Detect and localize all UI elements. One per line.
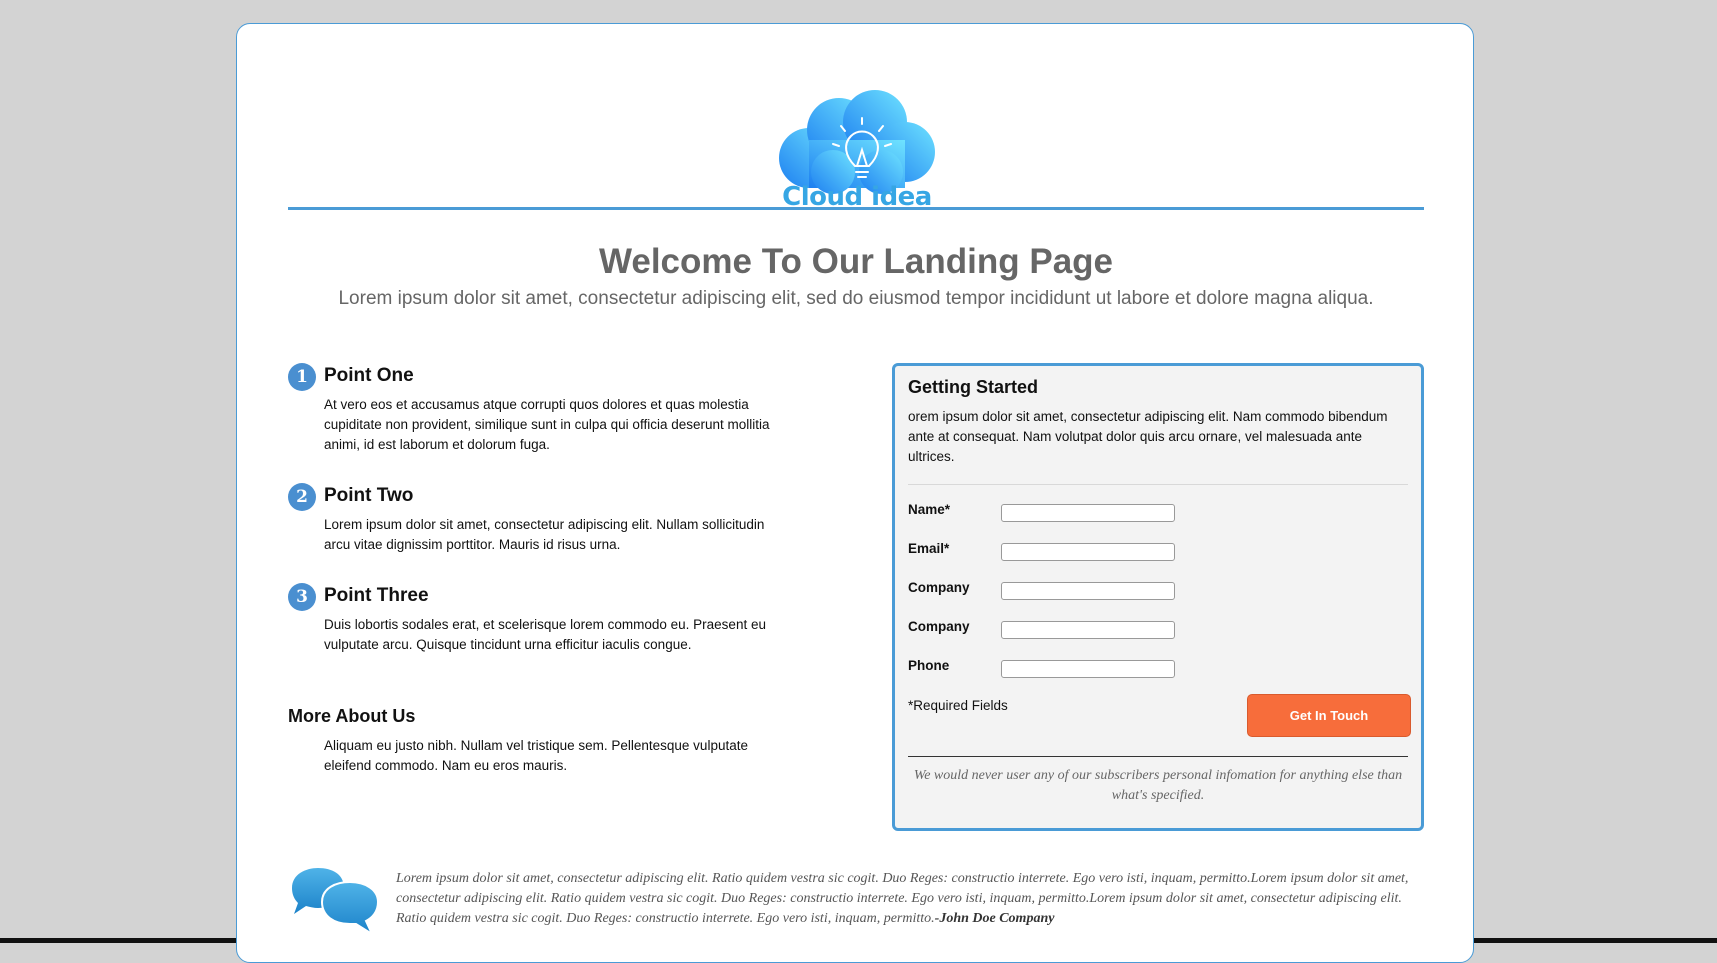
point-title: Point One — [324, 365, 414, 386]
phone-field-row: Phone — [908, 656, 1208, 678]
name-input[interactable] — [1001, 504, 1175, 522]
name-field-row: Name* — [908, 500, 1208, 522]
form-footer-divider — [908, 756, 1408, 757]
phone-label: Phone — [908, 658, 950, 673]
company-input[interactable] — [1001, 582, 1175, 600]
testimonial: Lorem ipsum dolor sit amet, consectetur … — [396, 869, 1430, 929]
phone-input[interactable] — [1001, 660, 1175, 678]
more-about-body: Aliquam eu justo nibh. Nullam vel tristi… — [324, 738, 748, 773]
signup-form: Getting Started orem ipsum dolor sit ame… — [892, 363, 1424, 831]
number-badge-icon: 1 — [288, 363, 316, 391]
point-body: Duis lobortis sodales erat, et scelerisq… — [324, 617, 766, 652]
email-label: Email* — [908, 541, 950, 556]
privacy-note: We would never user any of our subscribe… — [913, 768, 1403, 803]
company-field-row: Company — [908, 578, 1208, 600]
name-label: Name* — [908, 502, 951, 517]
page-subtitle: Lorem ipsum dolor sit amet, consectetur … — [338, 288, 1374, 309]
company-2-field-row: Company — [908, 617, 1208, 639]
form-title: Getting Started — [908, 377, 1039, 397]
form-intro: orem ipsum dolor sit amet, consectetur a… — [908, 409, 1388, 464]
landing-card: Cloud idea Welcome To Our Landing Page L… — [236, 23, 1474, 963]
email-field-row: Email* — [908, 539, 1208, 561]
email-input[interactable] — [1001, 543, 1175, 561]
more-about-title: More About Us — [288, 706, 416, 726]
header-divider — [288, 207, 1424, 210]
number-badge-icon: 3 — [288, 583, 316, 611]
required-fields-note: *Required Fields — [908, 698, 1008, 713]
form-divider — [908, 484, 1408, 485]
testimonial-author: -John Doe Company — [934, 911, 1055, 926]
company-2-label: Company — [908, 619, 970, 634]
brand-logo[interactable]: Cloud idea — [767, 80, 947, 228]
point-title: Point Three — [324, 585, 429, 606]
point-title: Point Two — [324, 485, 414, 506]
point-body: At vero eos et accusamus atque corrupti … — [324, 397, 770, 452]
speech-bubbles-icon — [292, 868, 380, 936]
testimonial-text: Lorem ipsum dolor sit amet, consectetur … — [396, 871, 1409, 926]
page-title: Welcome To Our Landing Page — [598, 242, 1114, 281]
company-label: Company — [908, 580, 970, 595]
company-2-input[interactable] — [1001, 621, 1175, 639]
get-in-touch-button[interactable]: Get In Touch — [1247, 694, 1411, 737]
number-badge-icon: 2 — [288, 483, 316, 511]
point-body: Lorem ipsum dolor sit amet, consectetur … — [324, 517, 765, 552]
